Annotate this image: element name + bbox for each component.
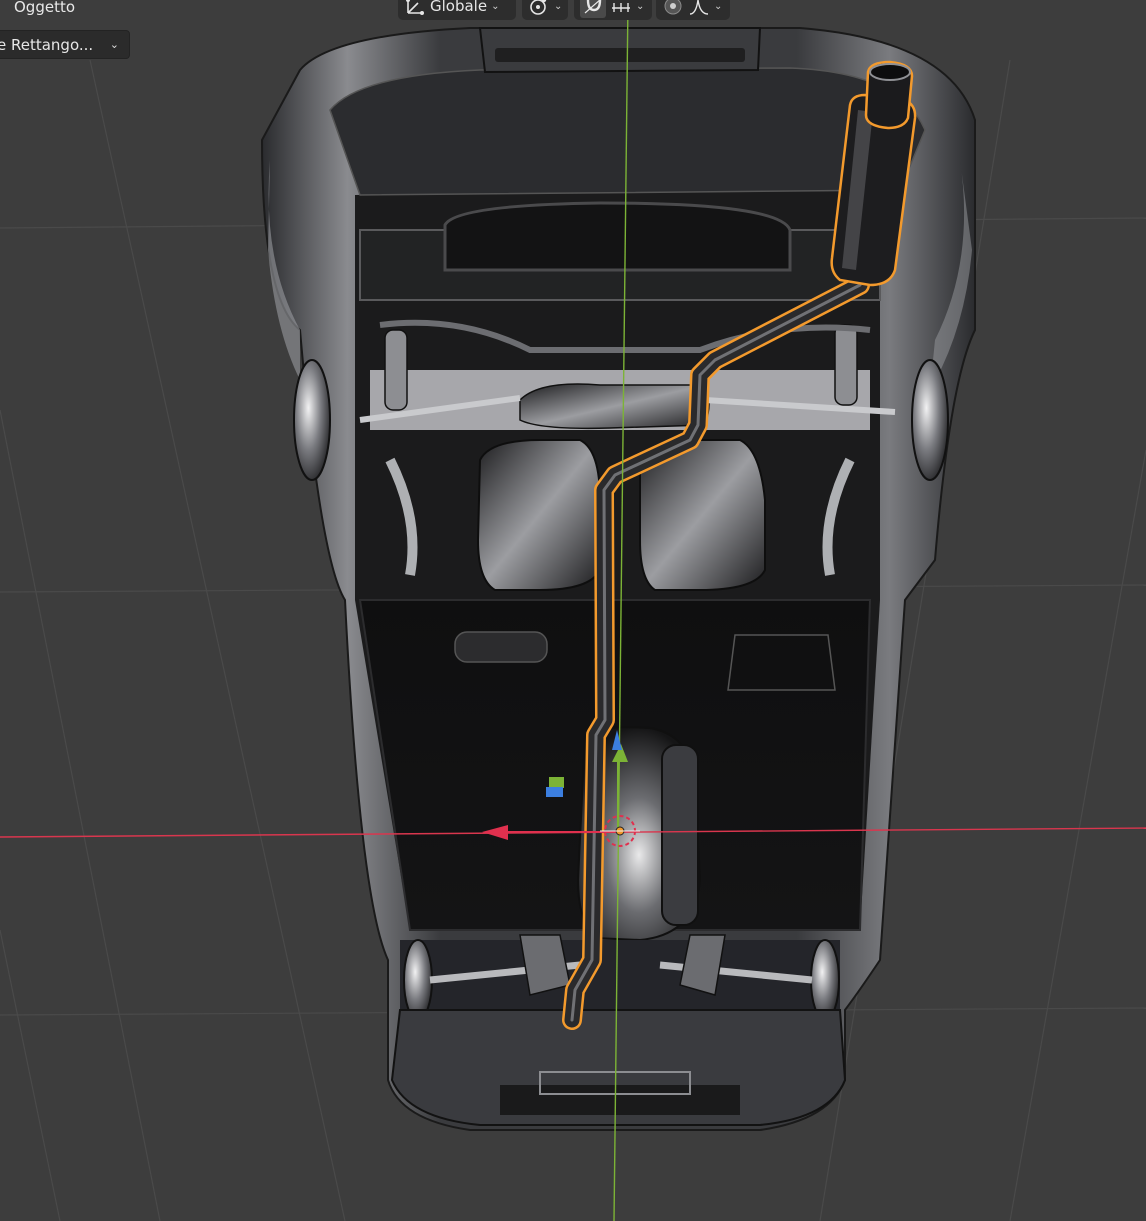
snap-increment-icon[interactable] bbox=[610, 0, 632, 16]
snap-toggle-button[interactable] bbox=[580, 0, 606, 18]
select-mode-label: e Rettango... bbox=[0, 35, 94, 54]
snapping-controls[interactable]: ⌄ bbox=[574, 0, 652, 20]
chevron-down-icon: ⌄ bbox=[109, 38, 119, 51]
select-box-mode-dropdown[interactable]: e Rettango... ⌄ bbox=[0, 30, 130, 59]
transform-orientation-icon bbox=[404, 0, 426, 16]
front-suspension bbox=[390, 934, 847, 1126]
snap-magnet-icon bbox=[582, 0, 604, 16]
chevron-down-icon: ⌄ bbox=[636, 0, 645, 12]
3d-viewport[interactable]: Oggetto e Rettango... ⌄ Globale ⌄ ⌄ ⌄ ⌄ bbox=[0, 0, 1146, 1221]
transform-orientation-dropdown[interactable]: Globale ⌄ bbox=[398, 0, 516, 20]
chevron-down-icon: ⌄ bbox=[491, 0, 500, 12]
object-mode-menu[interactable]: Oggetto bbox=[14, 0, 75, 17]
chevron-down-icon: ⌄ bbox=[714, 0, 723, 12]
proportional-editing-icon[interactable] bbox=[662, 0, 684, 16]
falloff-curve-icon[interactable] bbox=[688, 0, 710, 16]
viewport-scene[interactable] bbox=[0, 0, 1146, 1221]
chevron-down-icon: ⌄ bbox=[554, 0, 563, 12]
pivot-point-icon bbox=[528, 0, 550, 16]
object-mode-label: Oggetto bbox=[14, 0, 76, 16]
orientation-label: Globale bbox=[430, 0, 488, 15]
pivot-point-dropdown[interactable]: ⌄ bbox=[522, 0, 568, 20]
proportional-editing-controls[interactable]: ⌄ bbox=[656, 0, 730, 20]
